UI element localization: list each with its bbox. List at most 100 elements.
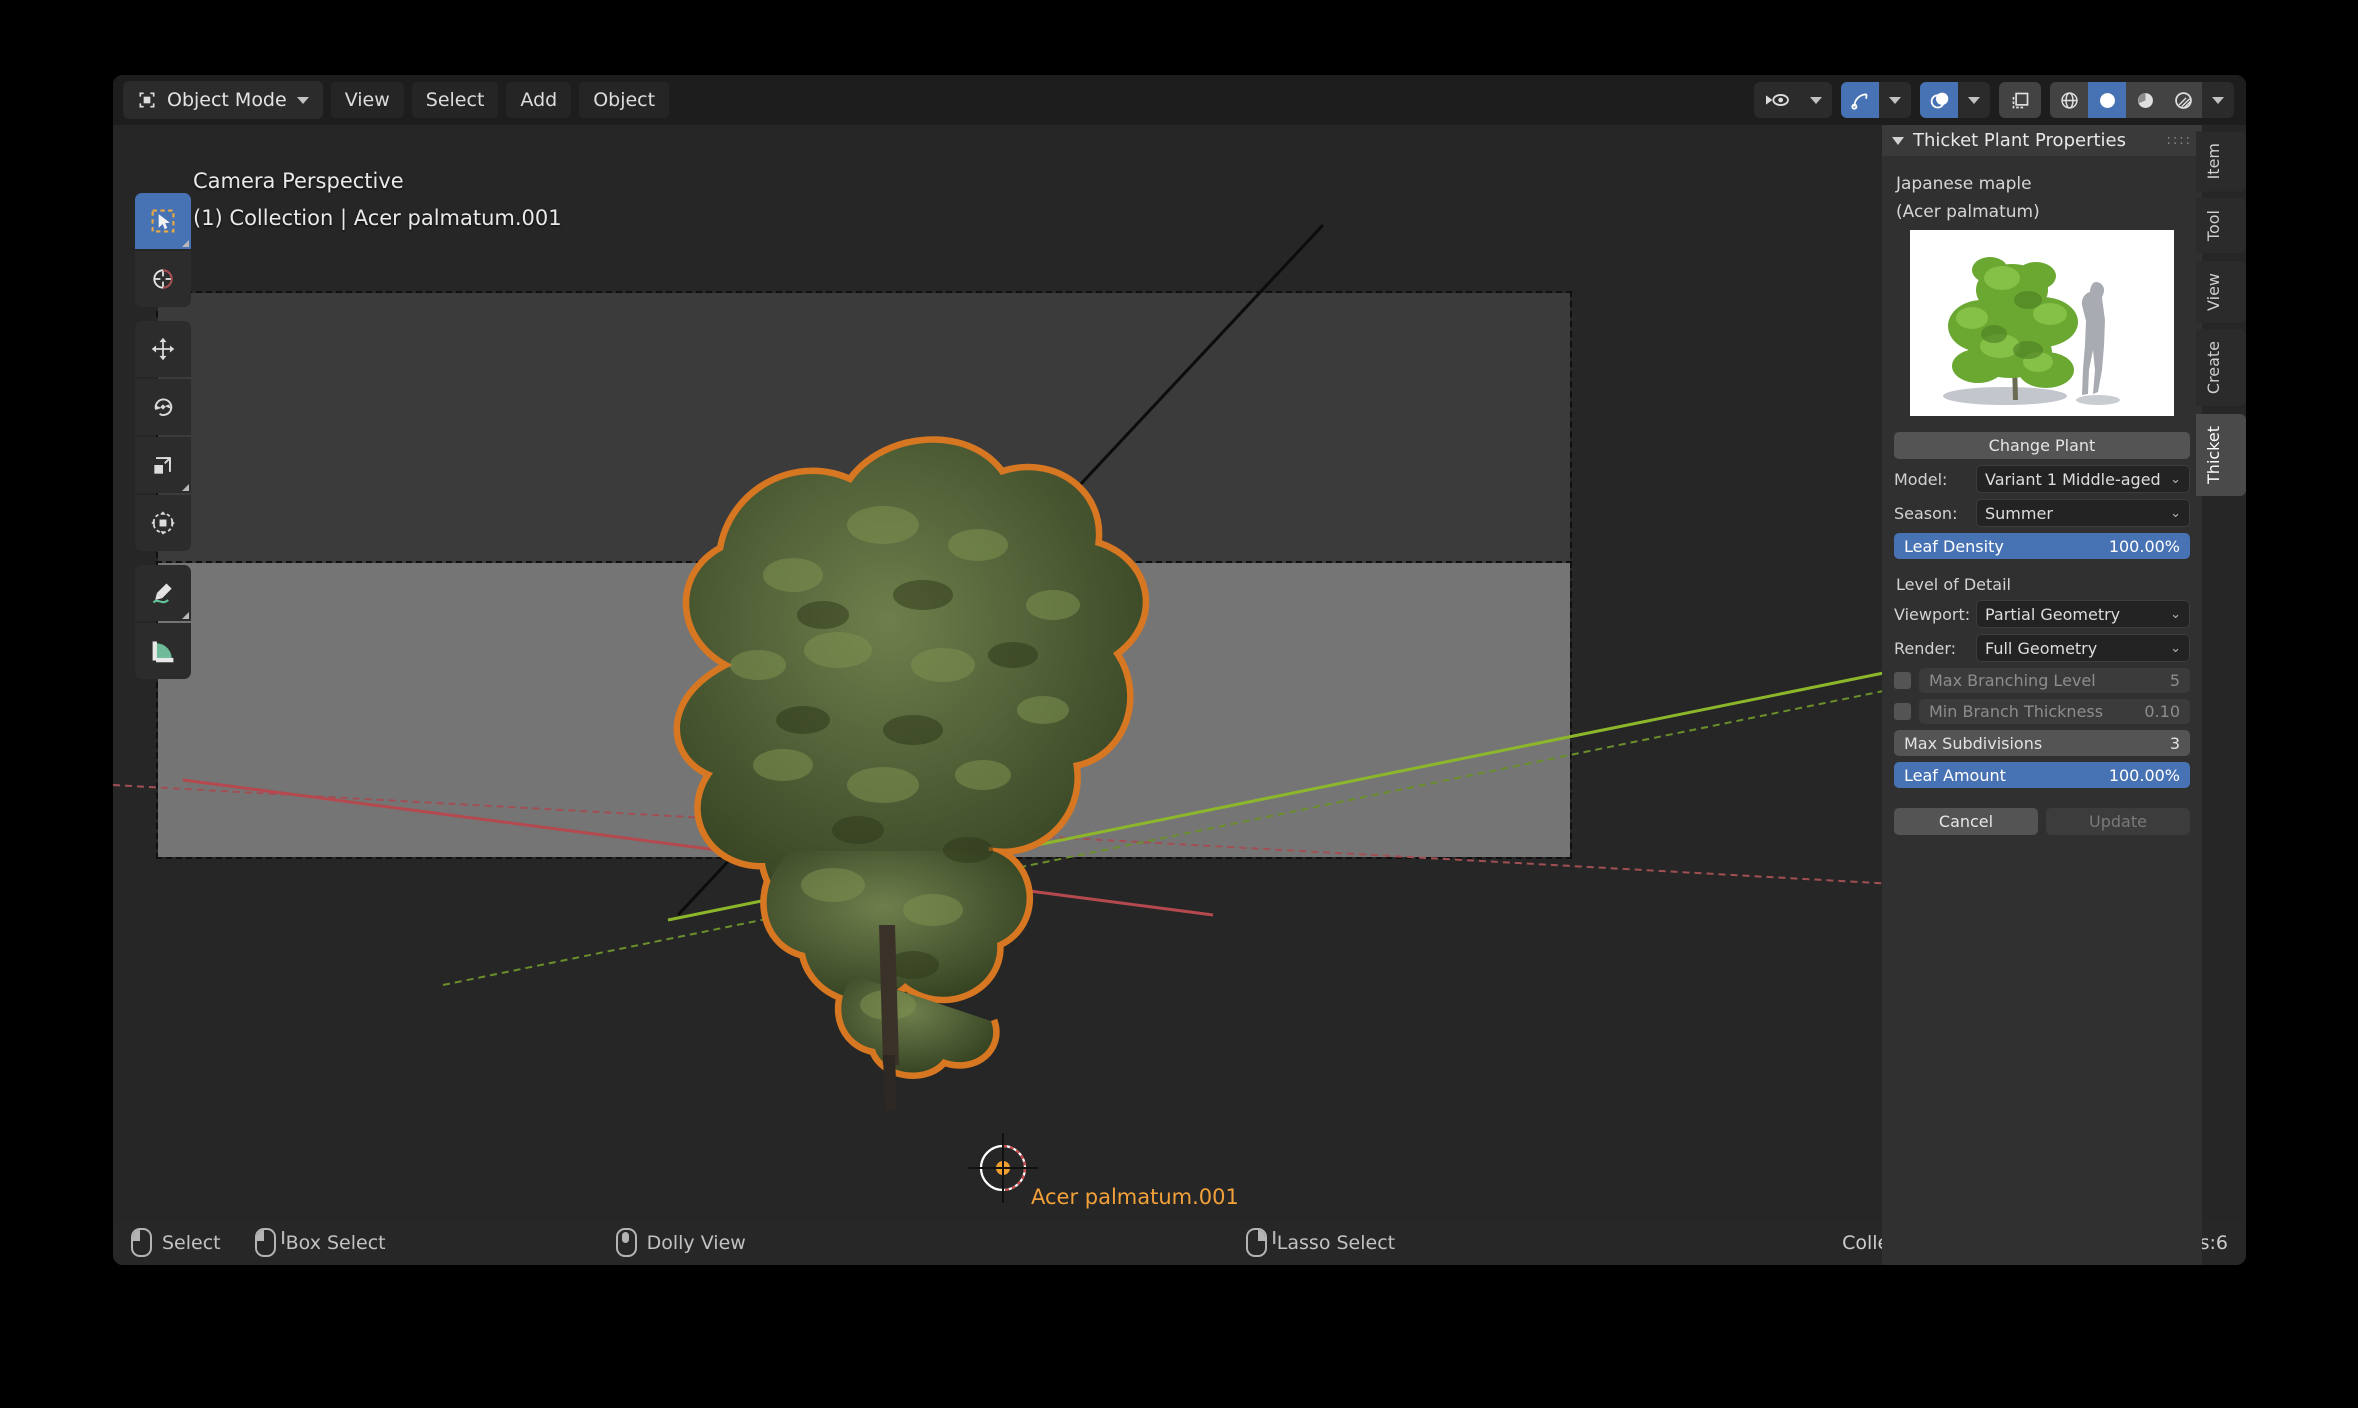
screen: thicket_studio.blend File Edit Render Wi… [0,0,2358,1408]
panel-grip-icon: :::: [2166,137,2192,144]
toggle-xray[interactable] [1999,82,2041,118]
render-lod-row: Render: Full Geometry ⌄ [1894,634,2190,662]
sidebar-tab-item[interactable]: Item [2196,131,2246,191]
viewport-lod-row: Viewport: Partial Geometry ⌄ [1894,600,2190,628]
sidebar-tab-thicket[interactable]: Thicket [2196,414,2246,496]
status-hint-select-label: Select [162,1232,221,1254]
status-hint-box-select: ❙ Box Select [255,1228,386,1257]
panel-collapse-triangle-icon[interactable] [1892,137,1904,145]
leaf-amount-label: Leaf Amount [1904,766,2006,785]
plant-scientific-name: (Acer palmatum) [1896,202,2188,222]
tree-object[interactable] [583,365,1283,1155]
model-row: Model: Variant 1 Middle-aged ⌄ [1894,465,2190,493]
tool-transform[interactable] [135,495,191,551]
tool-rotate[interactable] [135,379,191,435]
min-branch-thickness-field[interactable]: Min Branch Thickness 0.10 [1919,699,2190,724]
tool-measure[interactable] [135,623,191,679]
panel-action-buttons: Cancel Update [1894,808,2190,835]
model-label: Model: [1894,470,1970,489]
status-hint-lasso-select: ❙ Lasso Select [1246,1228,1395,1257]
tool-move[interactable] [135,321,191,377]
tool-annotate[interactable] [135,565,191,621]
max-branching-level-field[interactable]: Max Branching Level 5 [1919,668,2190,693]
update-button[interactable]: Update [2046,808,2190,835]
min-branch-thickness-value: 0.10 [2144,702,2180,721]
max-subdivisions-field[interactable]: Max Subdivisions 3 [1894,730,2190,756]
overlays-group [1920,82,1990,118]
max-branching-level-row: Max Branching Level 5 [1894,668,2190,693]
season-value: Summer [1985,504,2053,523]
viewport-header: Object Mode View Select Add Object [113,75,2246,125]
interaction-mode-dropdown[interactable]: Object Mode [123,81,323,119]
plant-common-name: Japanese maple [1896,174,2188,194]
chevron-down-icon: ⌄ [2170,472,2181,487]
viewport-collection-line: (1) Collection | Acer palmatum.001 [193,204,562,232]
level-of-detail-heading: Level of Detail [1896,575,2188,594]
season-row: Season: Summer ⌄ [1894,499,2190,527]
status-hint-box-select-label: Box Select [286,1232,386,1254]
sidebar-tabs: Item Tool View Create Thicket [2202,131,2246,496]
blender-window: thicket_studio.blend File Edit Render Wi… [113,75,2246,1265]
season-dropdown[interactable]: Summer ⌄ [1976,499,2190,527]
shading-material[interactable] [2126,82,2164,118]
status-hint-dolly-view: Dolly View [616,1228,746,1257]
viewport-view-name: Camera Perspective [193,167,562,195]
mouse-left-drag-icon: ❙ [255,1228,276,1257]
gizmo-group [1841,82,1911,118]
shading-wireframe[interactable] [2050,82,2088,118]
visibility-group [1754,82,1832,118]
leaf-amount-slider[interactable]: Leaf Amount 100.00% [1894,762,2190,788]
viewport-lod-label: Viewport: [1894,605,1970,624]
model-dropdown[interactable]: Variant 1 Middle-aged ⌄ [1976,465,2190,493]
leaf-density-value: 100.00% [2109,537,2180,556]
status-hint-select: Select [131,1228,221,1257]
thicket-properties-panel: Thicket Plant Properties :::: Japanese m… [1882,125,2202,1265]
viewport-menu-object[interactable]: Object [579,82,669,118]
sidebar-tab-tool[interactable]: Tool [2196,198,2246,253]
xray-group [1999,82,2041,118]
tool-scale[interactable] [135,437,191,493]
viewport-menu-view[interactable]: View [331,82,404,118]
viewport-menu-select[interactable]: Select [412,82,499,118]
max-branching-level-checkbox[interactable] [1894,672,1911,689]
min-branch-thickness-label: Min Branch Thickness [1929,702,2103,721]
show-gizmo-toggle[interactable] [1841,82,1879,118]
render-lod-dropdown[interactable]: Full Geometry ⌄ [1976,634,2190,662]
viewport-area: Acer palmatum.001 Camera Perspective (1)… [113,75,2246,1265]
chevron-down-icon: ⌄ [2170,506,2181,521]
mouse-right-drag-icon: ❙ [1246,1228,1267,1257]
viewport-menu-add[interactable]: Add [506,82,571,118]
shading-rendered[interactable] [2164,82,2202,118]
change-plant-button[interactable]: Change Plant [1894,432,2190,459]
tool-select-box[interactable] [135,193,191,249]
max-subdivisions-value: 3 [2170,734,2180,753]
shading-solid[interactable] [2088,82,2126,118]
panel-header[interactable]: Thicket Plant Properties :::: [1882,125,2202,156]
sidebar-tab-create[interactable]: Create [2196,329,2246,406]
mouse-middle-icon [616,1228,637,1257]
chevron-down-icon: ⌄ [2170,641,2181,656]
viewport-toolbar [135,193,191,679]
tool-cursor[interactable] [135,251,191,307]
object-visibility-icon[interactable] [1754,82,1800,118]
leaf-density-label: Leaf Density [1904,537,2004,556]
min-branch-thickness-checkbox[interactable] [1894,703,1911,720]
render-lod-label: Render: [1894,639,1970,658]
visibility-chevron[interactable] [1800,82,1832,118]
leaf-density-slider[interactable]: Leaf Density 100.00% [1894,533,2190,559]
chevron-down-icon: ⌄ [2170,607,2181,622]
shading-chevron[interactable] [2202,82,2234,118]
gizmo-chevron[interactable] [1879,82,1911,118]
viewport-info-text: Camera Perspective (1) Collection | Acer… [193,167,562,233]
cancel-button[interactable]: Cancel [1894,808,2038,835]
interaction-mode-label: Object Mode [167,89,287,111]
overlays-chevron[interactable] [1958,82,1990,118]
model-value: Variant 1 Middle-aged [1985,470,2161,489]
leaf-amount-value: 100.00% [2109,766,2180,785]
viewport-lod-dropdown[interactable]: Partial Geometry ⌄ [1976,600,2190,628]
show-overlays-toggle[interactable] [1920,82,1958,118]
object-origin-marker [968,1133,1038,1203]
mouse-left-icon [131,1228,152,1257]
plant-preview-image[interactable] [1910,230,2174,416]
sidebar-tab-view[interactable]: View [2196,261,2246,323]
